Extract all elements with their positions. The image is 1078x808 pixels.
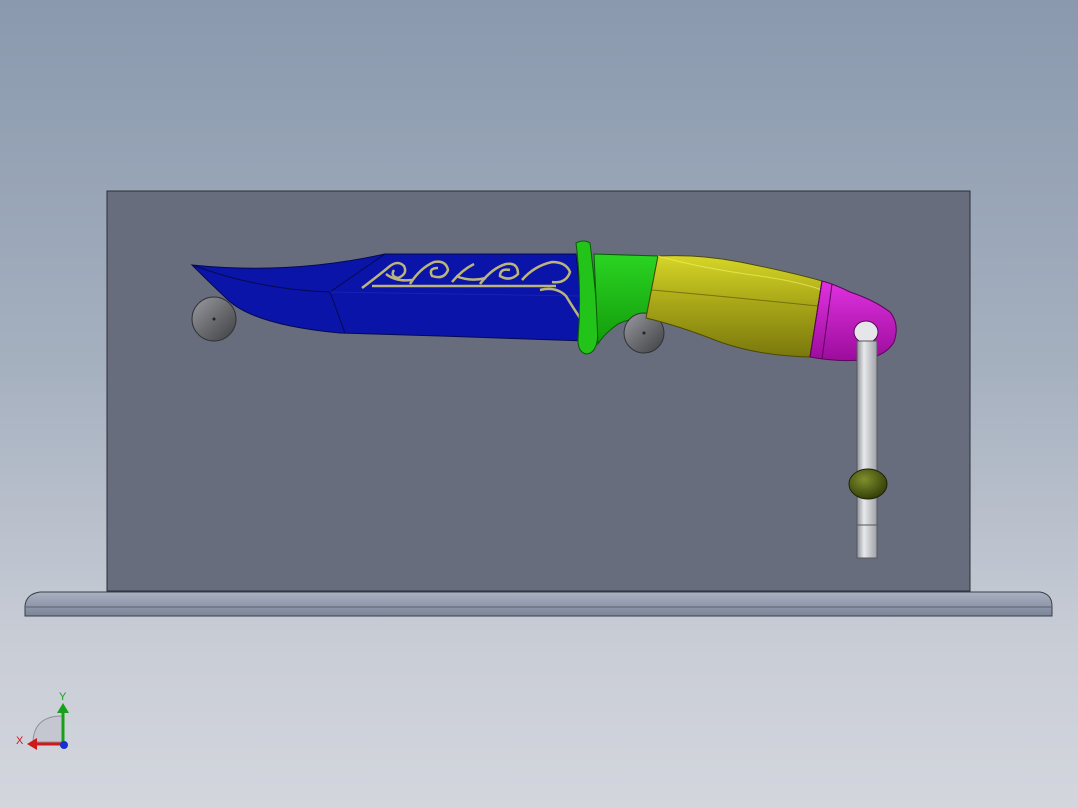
base-plate[interactable]: [24, 591, 1053, 617]
stand-rod[interactable]: [856, 340, 878, 559]
triad-y-label: Y: [59, 691, 67, 703]
z-axis-dot-icon: [60, 741, 68, 749]
pommel-lanyard-hole: [853, 320, 879, 344]
x-axis-arrow-icon: [27, 738, 37, 750]
orientation-triad: X Y: [16, 691, 69, 750]
support-ball-left[interactable]: [191, 296, 237, 342]
triad-x-label: X: [16, 735, 24, 747]
y-axis-arrow-icon: [57, 703, 69, 713]
cad-viewport[interactable]: X Y: [0, 0, 1078, 808]
stand-bead[interactable]: [848, 468, 888, 500]
display-panel[interactable]: [106, 190, 971, 592]
triad-plane-icon: [32, 715, 63, 743]
